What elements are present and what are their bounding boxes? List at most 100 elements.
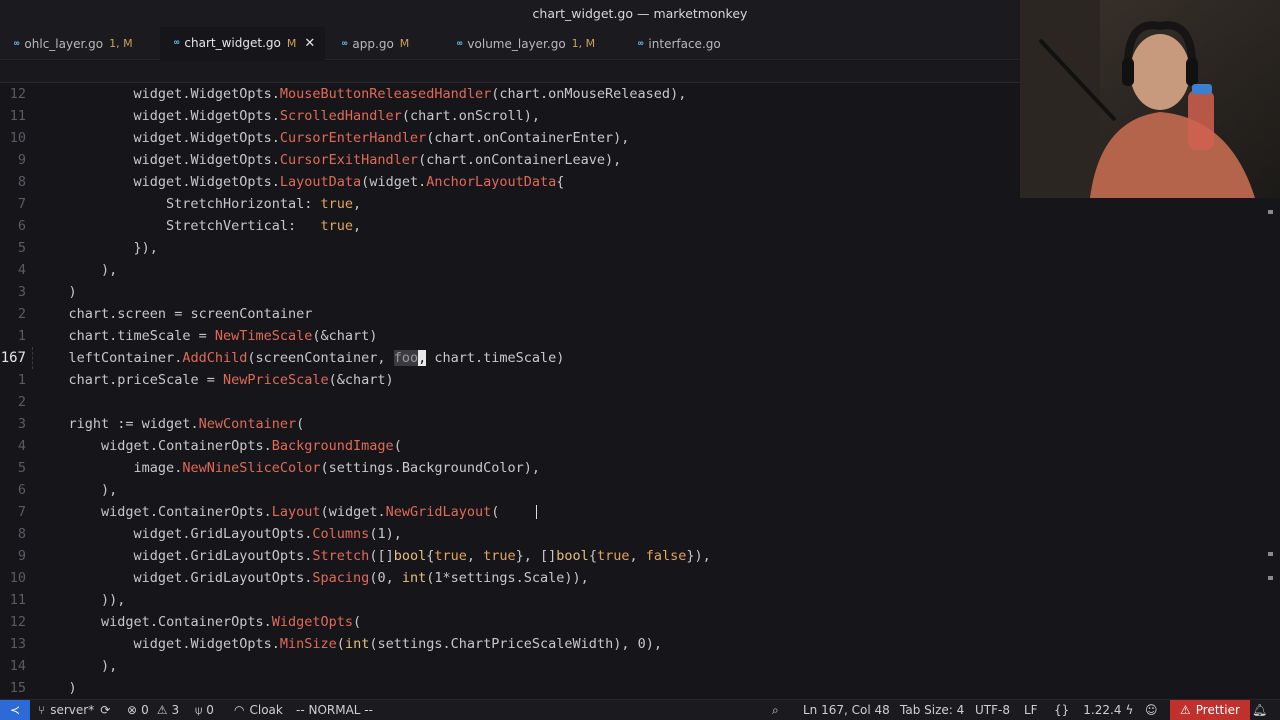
code-line-row[interactable]: 14 ), bbox=[0, 655, 1270, 677]
vim-mode-label: -- NORMAL -- bbox=[296, 703, 373, 717]
go-file-icon: ∞ bbox=[638, 38, 644, 49]
sync-icon: ⟳ bbox=[100, 703, 111, 717]
go-file-icon: ∞ bbox=[14, 38, 20, 49]
antenna-icon: ⍦ bbox=[195, 702, 203, 717]
git-branch-icon: ⑂ bbox=[38, 703, 46, 717]
editor-tab-bar: ∞ ohlc_layer.go 1, M ∞ chart_widget.go M… bbox=[0, 27, 1020, 60]
tab-label: ohlc_layer.go bbox=[24, 36, 104, 51]
overview-ruler-mark bbox=[1268, 210, 1273, 214]
line-number: 12 bbox=[9, 86, 26, 102]
remote-indicator[interactable]: ≺ bbox=[0, 700, 30, 720]
line-number: 9 bbox=[17, 152, 26, 168]
line-number: 2 bbox=[17, 394, 26, 410]
code-line-row[interactable]: 5 image.NewNineSliceColor(settings.Backg… bbox=[0, 457, 1270, 479]
code-line: StretchVertical: true, bbox=[166, 218, 362, 234]
line-number: 9 bbox=[17, 548, 26, 564]
tab-label: interface.go bbox=[648, 36, 721, 51]
code-line: ), bbox=[36, 262, 118, 278]
code-line-row[interactable]: 6 StretchVertical: true, bbox=[0, 215, 1270, 237]
webcam-overlay bbox=[1020, 0, 1280, 198]
branch-indicator[interactable]: ⑂ server* ⟳ bbox=[38, 700, 110, 720]
code-line: )), bbox=[36, 592, 126, 608]
code-line-row[interactable]: 4 ), bbox=[0, 259, 1270, 281]
branch-name: server* bbox=[50, 703, 95, 717]
code-line: leftContainer.AddChild(screenContainer, … bbox=[68, 350, 565, 366]
overview-ruler-mark bbox=[1268, 576, 1273, 580]
notifications-button[interactable]: 🔔︎ bbox=[1252, 700, 1267, 720]
prettier-indicator[interactable]: ⚠ Prettier bbox=[1170, 700, 1250, 720]
code-line-row[interactable]: 7 widget.ContainerOpts.Layout(widget.New… bbox=[0, 501, 1270, 523]
code-line: right := widget.NewContainer( bbox=[68, 416, 305, 432]
line-number: 1 bbox=[17, 372, 26, 388]
status-bar: ≺ ⑂ server* ⟳ ⊗ 0 ⚠ 3 ⍦ 0 ◠ Cloak -- NOR… bbox=[0, 699, 1280, 720]
copilot-indicator[interactable]: ☺ bbox=[1145, 700, 1158, 720]
tab-interface[interactable]: ∞ interface.go bbox=[624, 27, 731, 60]
cloak-toggle[interactable]: ◠ Cloak bbox=[234, 700, 283, 720]
code-line-row[interactable]: 2 chart.screen = screenContainer bbox=[0, 303, 1270, 325]
line-number: 3 bbox=[17, 416, 26, 432]
code-line-row[interactable]: 15 ) bbox=[0, 677, 1270, 699]
cloak-icon: ◠ bbox=[234, 703, 245, 717]
code-line-row[interactable]: 2 bbox=[0, 391, 1270, 413]
code-line: widget.ContainerOpts.BackgroundImage( bbox=[101, 438, 402, 454]
zoom-indicator[interactable]: ⌕ bbox=[772, 700, 779, 720]
tab-badge: 1, M bbox=[571, 37, 596, 50]
line-number: 167 bbox=[0, 350, 26, 366]
encoding[interactable]: UTF-8 bbox=[975, 700, 1010, 720]
warning-icon: ⚠ bbox=[1180, 703, 1191, 717]
cursor-position-label: Ln 167, Col 48 bbox=[803, 703, 890, 717]
remote-icon: ≺ bbox=[9, 703, 21, 717]
tab-ohlc-layer[interactable]: ∞ ohlc_layer.go 1, M bbox=[0, 27, 143, 60]
go-language-indicator[interactable]: {} 1.22.4 ϟ bbox=[1054, 700, 1133, 720]
code-line-row[interactable]: 11 )), bbox=[0, 589, 1270, 611]
line-number: 13 bbox=[9, 636, 26, 652]
end-of-line[interactable]: LF bbox=[1024, 700, 1038, 720]
line-number: 5 bbox=[17, 240, 26, 256]
cloak-label: Cloak bbox=[249, 703, 283, 717]
tab-volume-layer[interactable]: ∞ volume_layer.go 1, M bbox=[443, 27, 605, 60]
line-number: 2 bbox=[17, 306, 26, 322]
code-line-row[interactable]: 3 ) bbox=[0, 281, 1270, 303]
line-number: 11 bbox=[9, 592, 26, 608]
ports-indicator[interactable]: ⍦ 0 bbox=[195, 700, 214, 720]
code-line-row[interactable]: 4 widget.ContainerOpts.BackgroundImage( bbox=[0, 435, 1270, 457]
code-line-row[interactable]: 167 leftContainer.AddChild(screenContain… bbox=[0, 347, 1270, 369]
code-line-row[interactable]: 13 widget.WidgetOpts.MinSize(int(setting… bbox=[0, 633, 1270, 655]
line-number: 11 bbox=[9, 108, 26, 124]
line-number: 7 bbox=[17, 196, 26, 212]
code-line: widget.WidgetOpts.LayoutData(widget.Anch… bbox=[133, 174, 565, 190]
code-line: widget.WidgetOpts.MinSize(int(settings.C… bbox=[133, 636, 662, 652]
code-line-row[interactable]: 8 widget.GridLayoutOpts.Columns(1), bbox=[0, 523, 1270, 545]
line-number: 1 bbox=[17, 328, 26, 344]
code-line: chart.timeScale = NewTimeScale(&chart) bbox=[68, 328, 378, 344]
line-number: 4 bbox=[17, 262, 26, 278]
code-line-row[interactable]: 6 ), bbox=[0, 479, 1270, 501]
code-line-row[interactable]: 10 widget.GridLayoutOpts.Spacing(0, int(… bbox=[0, 567, 1270, 589]
tab-badge: 1, M bbox=[109, 37, 133, 50]
line-number: 10 bbox=[9, 570, 26, 586]
code-line: widget.WidgetOpts.MouseButtonReleasedHan… bbox=[133, 86, 687, 102]
go-file-icon: ∞ bbox=[457, 38, 463, 49]
line-number: 10 bbox=[9, 130, 26, 146]
go-file-icon: ∞ bbox=[342, 38, 348, 49]
close-icon[interactable]: ✕ bbox=[304, 36, 315, 51]
code-line: ) bbox=[36, 284, 77, 300]
code-line-row[interactable]: 12 widget.ContainerOpts.WidgetOpts( bbox=[0, 611, 1270, 633]
go-file-icon: ∞ bbox=[174, 38, 180, 48]
problems-indicator[interactable]: ⊗ 0 ⚠ 3 bbox=[127, 700, 179, 720]
tab-size[interactable]: Tab Size: 4 bbox=[900, 700, 964, 720]
code-line-row[interactable]: 5 }), bbox=[0, 237, 1270, 259]
tab-chart-widget[interactable]: ∞ chart_widget.go M ✕ bbox=[160, 27, 326, 60]
tab-app[interactable]: ∞ app.go M bbox=[328, 27, 419, 60]
bell-icon: 🔔︎ bbox=[1252, 703, 1268, 717]
ports-count: 0 bbox=[206, 703, 214, 717]
code-line-row[interactable]: 1 chart.timeScale = NewTimeScale(&chart) bbox=[0, 325, 1270, 347]
overview-ruler-mark bbox=[1268, 552, 1273, 556]
braces-icon: {} bbox=[1054, 703, 1070, 717]
cursor-position[interactable]: Ln 167, Col 48 bbox=[803, 700, 890, 720]
code-line-row[interactable]: 9 widget.GridLayoutOpts.Stretch([]bool{t… bbox=[0, 545, 1270, 567]
code-line-row[interactable]: 1 chart.priceScale = NewPriceScale(&char… bbox=[0, 369, 1270, 391]
code-line-row[interactable]: 3 right := widget.NewContainer( bbox=[0, 413, 1270, 435]
line-number: 8 bbox=[17, 174, 26, 190]
vim-mode: -- NORMAL -- bbox=[296, 700, 373, 720]
